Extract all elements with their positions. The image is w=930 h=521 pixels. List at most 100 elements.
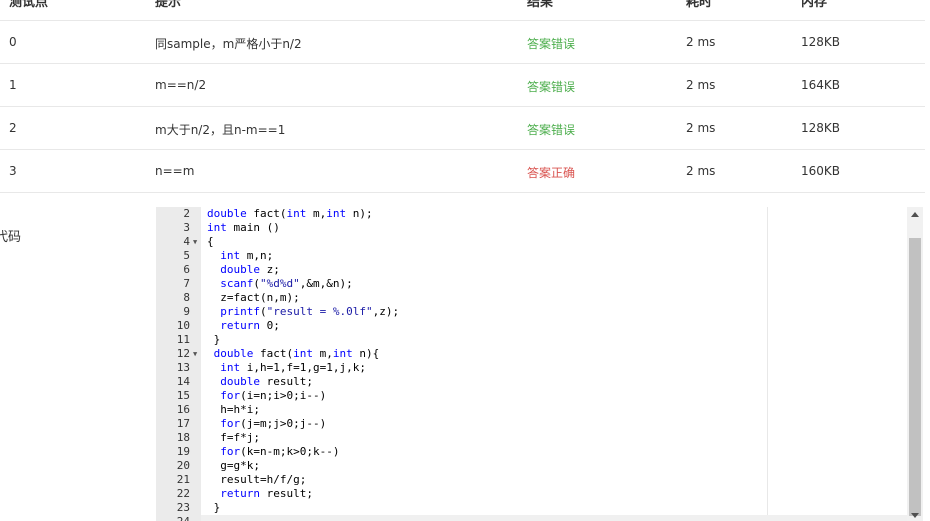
memory-value: 160KB (801, 164, 841, 178)
code-text: h=h*i; (207, 403, 260, 416)
code-text: z=fact(n,m); (207, 291, 300, 304)
table-row: 0 同sample，m严格小于n/2 答案错误 2 ms 128KB (0, 21, 925, 64)
header-result: 结果 (527, 0, 554, 10)
code-line[interactable]: 7 scanf("%d%d",&m,&n); (156, 277, 907, 291)
result-wrong-answer: 答案错误 (527, 123, 576, 137)
time-value: 2 ms (686, 78, 716, 92)
memory-value: 164KB (801, 78, 841, 92)
line-number: 4 (183, 235, 190, 248)
code-line[interactable]: 11 } (156, 333, 907, 347)
code-text: double z; (220, 263, 280, 276)
line-number: 18 (176, 431, 190, 444)
line-number: 11 (176, 333, 190, 346)
header-memory: 内存 (801, 0, 828, 10)
line-number: 13 (176, 361, 190, 374)
code-text: double result; (220, 375, 313, 388)
code-line[interactable]: 15 for(i=n;i>0;i--) (156, 389, 907, 403)
code-line[interactable]: 17 for(j=m;j>0;j--) (156, 417, 907, 431)
time-value: 2 ms (686, 164, 716, 178)
line-number: 7 (183, 277, 190, 290)
code-text: { (207, 235, 214, 248)
line-number: 9 (183, 305, 190, 318)
code-editor[interactable]: 2 double fact(int m,int n); 3 int main () 4 ▼… (156, 207, 907, 521)
line-number: 20 (176, 459, 190, 472)
test-point-id: 1 (9, 78, 17, 92)
code-line[interactable]: 9 printf("result = %.0lf",z); (156, 305, 907, 319)
code-line[interactable]: 2 double fact(int m,int n); (156, 207, 907, 221)
code-line[interactable]: 8 z=fact(n,m); (156, 291, 907, 305)
test-point-id: 0 (9, 35, 17, 49)
code-text: for(j=m;j>0;j--) (220, 417, 327, 430)
code-text: result=h/f/g; (207, 473, 307, 486)
code-text: scanf("%d%d",&m,&n); (220, 277, 353, 290)
code-text: double fact(int m,int n){ (213, 347, 380, 360)
code-line[interactable]: 12 ▼ double fact(int m,int n){ (156, 347, 907, 361)
code-line[interactable]: 21 result=h/f/g; (156, 473, 907, 487)
line-number: 17 (176, 417, 190, 430)
test-hint: m大于n/2，且n-m==1 (155, 123, 286, 137)
fold-arrow-icon[interactable]: ▼ (193, 235, 197, 249)
code-line[interactable]: 3 int main () (156, 221, 907, 235)
code-text: int i,h=1,f=1,g=1,j,k; (220, 361, 366, 374)
test-results-table: 测试点 提示 结果 耗时 内存 0 同sample，m严格小于n/2 答案错误 … (0, 0, 925, 193)
header-time: 耗时 (686, 0, 713, 10)
line-number: 12 (176, 347, 190, 360)
code-line[interactable]: 16 h=h*i; (156, 403, 907, 417)
test-point-id: 2 (9, 121, 17, 135)
code-text: return result; (220, 487, 313, 500)
line-number: 16 (176, 403, 190, 416)
submission-detail-page: 测试点 提示 结果 耗时 内存 0 同sample，m严格小于n/2 答案错误 … (0, 0, 930, 521)
header-hint: 提示 (155, 0, 182, 10)
test-hint: 同sample，m严格小于n/2 (155, 37, 302, 51)
code-text: } (207, 333, 221, 346)
code-line[interactable]: 13 int i,h=1,f=1,g=1,j,k; (156, 361, 907, 375)
code-text: int m,n; (220, 249, 274, 262)
code-text: int main () (207, 221, 280, 234)
code-line[interactable]: 22 return result; (156, 487, 907, 501)
code-line[interactable]: 4 ▼ { (156, 235, 907, 249)
vertical-scrollbar[interactable] (907, 207, 923, 521)
test-hint: m==n/2 (155, 78, 207, 92)
table-row: 2 m大于n/2，且n-m==1 答案错误 2 ms 128KB (0, 107, 925, 150)
result-wrong-answer: 答案错误 (527, 80, 576, 94)
code-text: return 0; (220, 319, 280, 332)
line-number: 21 (176, 473, 190, 486)
line-number: 15 (176, 389, 190, 402)
code-line[interactable]: 19 for(k=n-m;k>0;k--) (156, 445, 907, 459)
test-hint: n==m (155, 164, 195, 178)
result-accepted: 答案正确 (527, 166, 576, 180)
line-number: 14 (176, 375, 190, 388)
result-wrong-answer: 答案错误 (527, 37, 576, 51)
code-line[interactable]: 18 f=f*j; (156, 431, 907, 445)
line-number: 8 (183, 291, 190, 304)
line-number: 22 (176, 487, 190, 500)
line-number: 24 (156, 515, 190, 521)
code-line[interactable]: 5 int m,n; (156, 249, 907, 263)
code-line[interactable]: 24 (156, 515, 907, 521)
code-text: double fact(int m,int n); (207, 207, 373, 220)
line-number: 23 (176, 501, 190, 514)
code-line[interactable]: 6 double z; (156, 263, 907, 277)
code-line[interactable]: 23 } (156, 501, 907, 515)
time-value: 2 ms (686, 35, 716, 49)
code-text: g=g*k; (207, 459, 260, 472)
code-line[interactable]: 10 return 0; (156, 319, 907, 333)
header-test-point: 测试点 (9, 0, 49, 10)
scroll-up-arrow-icon[interactable] (911, 212, 919, 217)
code-text: printf("result = %.0lf",z); (220, 305, 400, 318)
line-number: 19 (176, 445, 190, 458)
code-line[interactable]: 14 double result; (156, 375, 907, 389)
test-point-id: 3 (9, 164, 17, 178)
scrollbar-thumb[interactable] (909, 238, 921, 516)
scroll-down-arrow-icon[interactable] (911, 513, 919, 518)
time-value: 2 ms (686, 121, 716, 135)
code-text: f=f*j; (207, 431, 260, 444)
code-section-label: 代码 (0, 230, 22, 245)
code-text: for(i=n;i>0;i--) (220, 389, 327, 402)
table-row: 1 m==n/2 答案错误 2 ms 164KB (0, 64, 925, 107)
code-text: for(k=n-m;k>0;k--) (220, 445, 340, 458)
line-number: 3 (183, 221, 190, 234)
memory-value: 128KB (801, 121, 841, 135)
fold-arrow-icon[interactable]: ▼ (193, 347, 197, 361)
code-line[interactable]: 20 g=g*k; (156, 459, 907, 473)
